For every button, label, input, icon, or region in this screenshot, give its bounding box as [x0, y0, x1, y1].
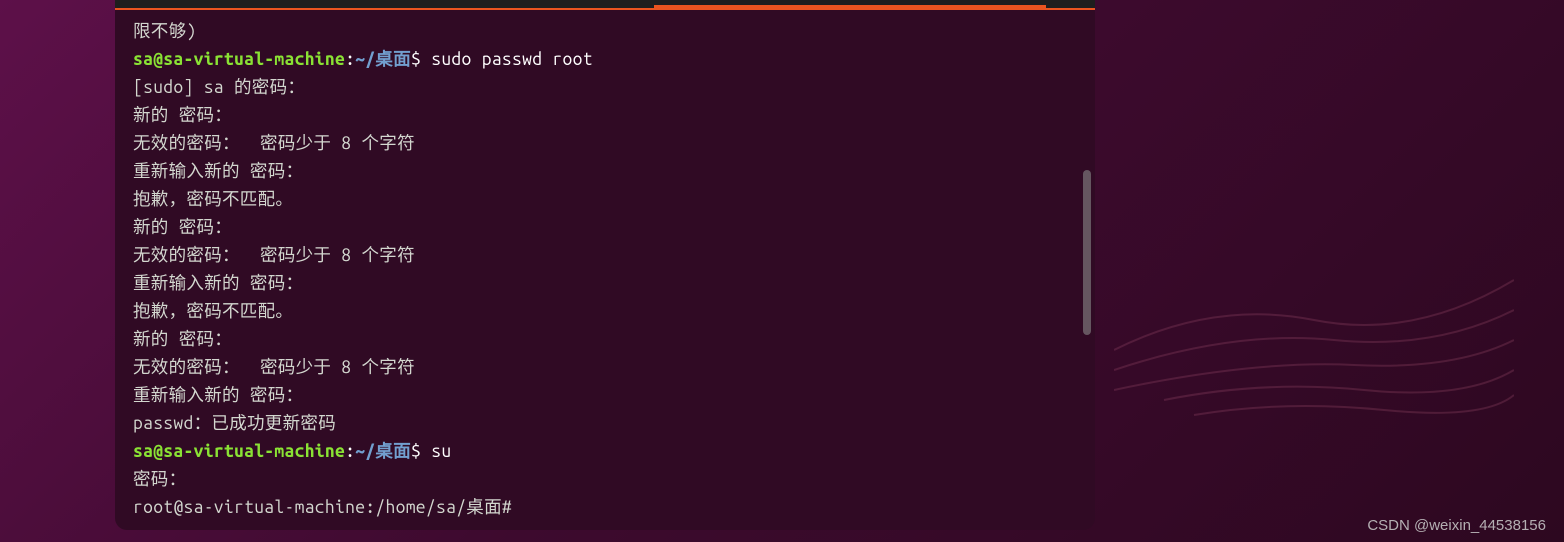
output-text: 无效的密码： 密码少于 8 个字符 [133, 246, 415, 265]
output-text: [sudo] sa 的密码： [133, 78, 305, 97]
terminal-content[interactable]: 限不够) sa@sa-virtual-machine:~/桌面$ sudo pa… [115, 10, 1095, 530]
colon: : [345, 50, 355, 69]
output-text: 新的 密码： [133, 330, 232, 349]
colon: : [345, 442, 355, 461]
terminal-line: 新的 密码： [133, 214, 1077, 242]
terminal-line: 限不够) [133, 18, 1077, 46]
terminal-window[interactable]: 限不够) sa@sa-virtual-machine:~/桌面$ sudo pa… [115, 0, 1095, 530]
terminal-line: 重新输入新的 密码： [133, 270, 1077, 298]
output-text: 新的 密码： [133, 106, 232, 125]
prompt-symbol: $ [411, 442, 431, 461]
terminal-line: 抱歉，密码不匹配。 [133, 298, 1077, 326]
terminal-line: sa@sa-virtual-machine:~/桌面$ su [133, 438, 1077, 466]
output-text: 新的 密码： [133, 218, 232, 237]
root-prompt: root@sa-virtual-machine:/home/sa/桌面# [133, 498, 512, 517]
output-text: 无效的密码： 密码少于 8 个字符 [133, 134, 415, 153]
output-text: passwd：已成功更新密码 [133, 414, 336, 433]
output-text: 抱歉，密码不匹配。 [133, 190, 293, 209]
terminal-line: 无效的密码： 密码少于 8 个字符 [133, 242, 1077, 270]
output-text: 限不够) [133, 22, 197, 41]
terminal-line: 重新输入新的 密码： [133, 382, 1077, 410]
terminal-line: 新的 密码： [133, 326, 1077, 354]
active-tab-indicator [654, 5, 1046, 8]
terminal-line: 新的 密码： [133, 102, 1077, 130]
terminal-line: 密码： [133, 466, 1077, 494]
command-text: su [431, 442, 451, 461]
command-text: sudo passwd root [431, 50, 593, 69]
output-text: 重新输入新的 密码： [133, 386, 303, 405]
user-host: sa@sa-virtual-machine [133, 50, 345, 69]
terminal-line: 抱歉，密码不匹配。 [133, 186, 1077, 214]
terminal-line: 重新输入新的 密码： [133, 158, 1077, 186]
watermark: CSDN @weixin_44538156 [1367, 517, 1546, 534]
output-text: 重新输入新的 密码： [133, 162, 303, 181]
terminal-line: passwd：已成功更新密码 [133, 410, 1077, 438]
terminal-tab-bar [115, 0, 1095, 10]
terminal-line: [sudo] sa 的密码： [133, 74, 1077, 102]
terminal-line: root@sa-virtual-machine:/home/sa/桌面# [133, 494, 1077, 522]
output-text: 抱歉，密码不匹配。 [133, 302, 293, 321]
output-text: 密码： [133, 470, 186, 489]
terminal-line: 无效的密码： 密码少于 8 个字符 [133, 354, 1077, 382]
path: ~/桌面 [355, 50, 411, 69]
terminal-line: sa@sa-virtual-machine:~/桌面$ sudo passwd … [133, 46, 1077, 74]
path: ~/桌面 [355, 442, 411, 461]
terminal-line: 无效的密码： 密码少于 8 个字符 [133, 130, 1077, 158]
user-host: sa@sa-virtual-machine [133, 442, 345, 461]
output-text: 无效的密码： 密码少于 8 个字符 [133, 358, 415, 377]
output-text: 重新输入新的 密码： [133, 274, 303, 293]
wallpaper-decoration [1114, 200, 1514, 500]
scrollbar-thumb[interactable] [1083, 170, 1091, 335]
prompt-symbol: $ [411, 50, 431, 69]
